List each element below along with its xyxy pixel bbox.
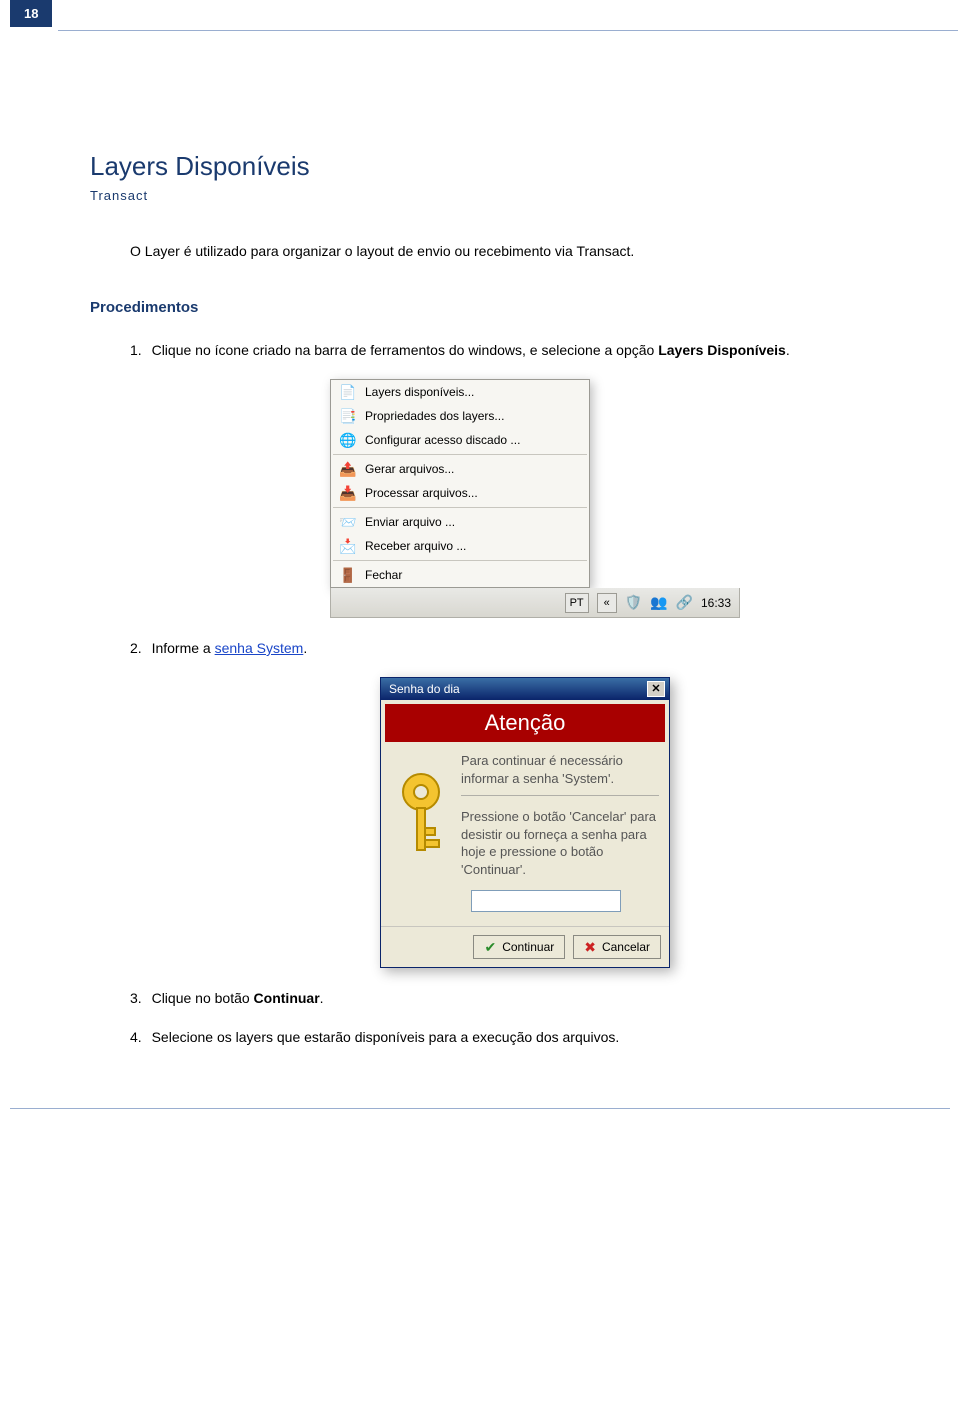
menu-item-configurar-acesso[interactable]: 🌐 Configurar acesso discado ... <box>331 428 589 452</box>
exit-icon: 🚪 <box>339 566 357 584</box>
procedimentos-heading: Procedimentos <box>90 299 890 316</box>
continuar-button[interactable]: ✔ Continuar <box>473 935 565 959</box>
close-button[interactable]: ✕ <box>647 681 665 697</box>
button-label: Cancelar <box>602 940 650 954</box>
dialog-paragraph-2: Pressione o botão 'Cancelar' para desist… <box>461 808 659 878</box>
menu-item-enviar-arquivo[interactable]: 📨 Enviar arquivo ... <box>331 510 589 534</box>
taskbar-lang-indicator[interactable]: PT <box>565 593 589 613</box>
taskbar-tray-toggle[interactable]: « <box>597 593 617 613</box>
menu-item-label: Processar arquivos... <box>365 486 478 500</box>
menu-item-propriedades-layers[interactable]: 📑 Propriedades dos layers... <box>331 404 589 428</box>
step-number: 2. <box>130 640 142 656</box>
taskbar-clock: 16:33 <box>701 596 731 610</box>
step-bold: Continuar <box>254 990 320 1006</box>
menu-item-processar-arquivos[interactable]: 📥 Processar arquivos... <box>331 481 589 505</box>
send-icon: 📨 <box>339 513 357 531</box>
key-icon <box>391 770 451 860</box>
menu-item-fechar[interactable]: 🚪 Fechar <box>331 563 589 587</box>
step-text: Informe a <box>152 640 215 656</box>
button-label: Continuar <box>502 940 554 954</box>
globe-icon: 🌐 <box>339 431 357 449</box>
tray-network-icon[interactable]: 🔗 <box>676 594 693 611</box>
step-text: Clique no ícone criado na barra de ferra… <box>152 342 659 358</box>
bottom-rule <box>10 1108 950 1109</box>
page-title: Layers Disponíveis <box>90 151 890 182</box>
check-icon: ✔ <box>484 939 496 956</box>
tray-shield-icon[interactable]: 🛡️ <box>625 594 642 611</box>
step-number: 4. <box>130 1029 142 1045</box>
cancel-icon: ✖ <box>584 939 596 956</box>
step-number: 3. <box>130 990 142 1006</box>
receive-icon: 📩 <box>339 537 357 555</box>
step-suffix: . <box>303 640 307 656</box>
menu-item-label: Configurar acesso discado ... <box>365 433 520 447</box>
menu-separator <box>333 454 587 455</box>
menu-item-gerar-arquivos[interactable]: 📤 Gerar arquivos... <box>331 457 589 481</box>
tray-users-icon[interactable]: 👥 <box>650 594 667 611</box>
menu-separator <box>333 507 587 508</box>
export-icon: 📤 <box>339 460 357 478</box>
dialog-title: Senha do dia <box>389 682 460 696</box>
import-icon: 📥 <box>339 484 357 502</box>
menu-item-label: Propriedades dos layers... <box>365 409 504 423</box>
layers-icon: 📄 <box>339 383 357 401</box>
step-number: 1. <box>130 342 142 358</box>
menu-item-label: Receber arquivo ... <box>365 539 466 553</box>
menu-separator <box>333 560 587 561</box>
menu-item-label: Enviar arquivo ... <box>365 515 455 529</box>
step-2: 2. Informe a senha System. <box>130 638 890 659</box>
password-input[interactable] <box>471 890 621 912</box>
page-number-tab: 18 <box>10 0 52 27</box>
taskbar: PT « 🛡️ 👥 🔗 16:33 <box>330 588 740 618</box>
properties-icon: 📑 <box>339 407 357 425</box>
step-4: 4. Selecione os layers que estarão dispo… <box>130 1027 890 1048</box>
menu-item-label: Gerar arquivos... <box>365 462 454 476</box>
dialog-paragraph-1: Para continuar é necessário informar a s… <box>461 752 659 796</box>
close-icon: ✕ <box>651 684 660 695</box>
step-suffix: . <box>786 342 790 358</box>
menu-item-label: Fechar <box>365 568 402 582</box>
cancelar-button[interactable]: ✖ Cancelar <box>573 935 661 959</box>
step-suffix: . <box>320 990 324 1006</box>
step-text: Clique no botão <box>152 990 254 1006</box>
step-3: 3. Clique no botão Continuar. <box>130 988 890 1009</box>
dialog-titlebar: Senha do dia ✕ <box>381 678 669 700</box>
menu-item-label: Layers disponíveis... <box>365 385 474 399</box>
page-subtitle: Transact <box>90 188 890 203</box>
senha-dialog: Senha do dia ✕ Atenção Para <box>380 677 670 968</box>
menu-item-layers-disponiveis[interactable]: 📄 Layers disponíveis... <box>331 380 589 404</box>
attention-banner: Atenção <box>385 704 665 742</box>
link-senha-system[interactable]: senha System <box>215 640 304 656</box>
context-menu: 📄 Layers disponíveis... 📑 Propriedades d… <box>330 379 590 588</box>
menu-item-receber-arquivo[interactable]: 📩 Receber arquivo ... <box>331 534 589 558</box>
step-bold: Layers Disponíveis <box>658 342 786 358</box>
intro-paragraph: O Layer é utilizado para organizar o lay… <box>130 243 890 259</box>
step-1: 1. Clique no ícone criado na barra de fe… <box>130 340 890 361</box>
step-text: Selecione os layers que estarão disponív… <box>152 1029 620 1045</box>
